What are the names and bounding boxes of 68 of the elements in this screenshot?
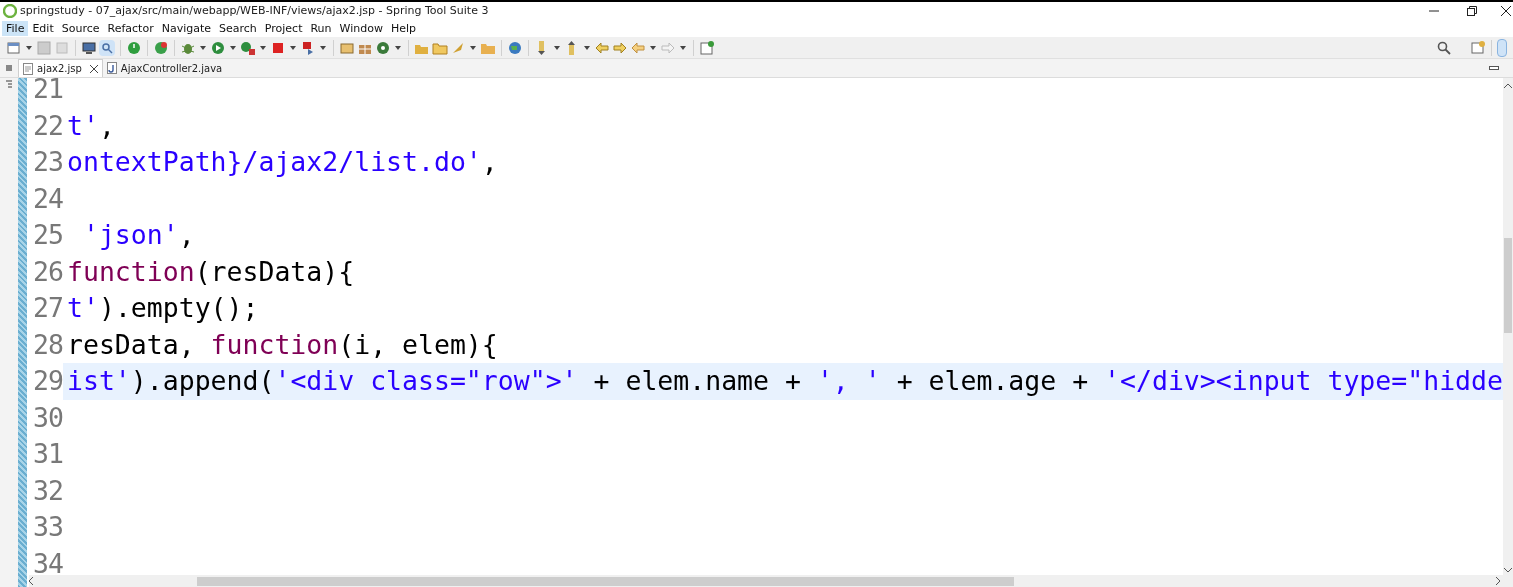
- view-menu-icon[interactable]: [5, 64, 13, 72]
- caret-icon[interactable]: [470, 45, 476, 50]
- caret-icon[interactable]: [650, 45, 656, 50]
- monitor-icon[interactable]: [81, 39, 97, 56]
- outline-icon[interactable]: [5, 80, 13, 90]
- minimize-icon[interactable]: [1489, 64, 1499, 72]
- code-text: ).append(: [130, 365, 275, 396]
- code-text: ,: [178, 219, 195, 250]
- code-text: '<div class="row">': [274, 365, 578, 396]
- run-server-icon[interactable]: [240, 39, 256, 56]
- window-title: springstudy - 07_ajax/src/main/webapp/WEB-INF/views/ajax2.jsp - Spring Tool Suite 3: [20, 2, 489, 19]
- open-view-icon[interactable]: [699, 39, 715, 56]
- refresh-icon[interactable]: [153, 39, 169, 56]
- menu-item[interactable]: Run: [306, 21, 336, 36]
- caret-icon[interactable]: [680, 45, 686, 50]
- scrollbar-thumb[interactable]: [1504, 238, 1512, 333]
- code-text: (resData){: [194, 255, 355, 287]
- power-icon[interactable]: [126, 39, 142, 56]
- menu-item[interactable]: Search: [215, 21, 261, 36]
- code-text: ', ': [816, 365, 881, 396]
- menu-item[interactable]: Help: [386, 21, 420, 36]
- code-text: + elem.age +: [895, 365, 1090, 396]
- code-text: + elem.name +: [592, 365, 802, 396]
- caret-icon[interactable]: [320, 45, 326, 50]
- menu-item[interactable]: Window: [335, 21, 387, 36]
- editor-tab[interactable]: AjaxController2.java: [102, 59, 227, 77]
- scroll-down-icon[interactable]: [1504, 568, 1512, 573]
- code-text: ,: [481, 146, 498, 177]
- menu-item[interactable]: Source: [57, 21, 104, 36]
- menu-item[interactable]: Refactor: [103, 21, 158, 36]
- sync-icon[interactable]: [375, 39, 391, 56]
- code-text: function: [210, 328, 339, 360]
- menu-item[interactable]: Navigate: [157, 21, 215, 36]
- code-text: '</div><input type="hidde: [1104, 365, 1503, 396]
- code-text: ).empty();: [98, 292, 259, 323]
- code-text: (i, elem){: [338, 328, 498, 360]
- caret-icon[interactable]: [395, 45, 401, 50]
- caret-icon[interactable]: [26, 45, 32, 50]
- search-icon[interactable]: [1436, 39, 1452, 56]
- close-icon[interactable]: [1501, 6, 1511, 16]
- restore-icon[interactable]: [1467, 6, 1477, 16]
- caret-icon[interactable]: [584, 45, 590, 50]
- code-text: ontextPath}/ajax2/list.do': [67, 146, 482, 177]
- menu-item[interactable]: File: [2, 21, 29, 36]
- caret-icon[interactable]: [554, 45, 560, 50]
- scroll-up-icon[interactable]: [1504, 83, 1512, 88]
- code-text: t': [67, 292, 99, 323]
- caret-icon[interactable]: [260, 45, 266, 50]
- globe-icon[interactable]: [507, 39, 523, 56]
- code-text: t': [67, 109, 99, 141]
- menu-item[interactable]: Edit: [28, 21, 58, 36]
- close-icon[interactable]: [89, 64, 98, 73]
- app-logo-icon: [3, 4, 17, 18]
- editor-tab[interactable]: ajax2.jsp: [18, 59, 103, 77]
- perspective-icon[interactable]: [1470, 39, 1486, 56]
- file-icon: [23, 62, 33, 75]
- play-icon[interactable]: [210, 39, 226, 56]
- code-text: 'json': [81, 219, 179, 250]
- caret-icon[interactable]: [290, 45, 296, 50]
- caret-icon[interactable]: [200, 45, 206, 50]
- code-text: ,: [98, 109, 115, 141]
- scrollbar-thumb[interactable]: [197, 577, 1014, 586]
- code-text: ist': [67, 365, 131, 396]
- java-file-icon: [106, 62, 117, 74]
- menu-item[interactable]: Project: [260, 21, 307, 36]
- caret-icon[interactable]: [230, 45, 236, 50]
- code-text: function: [67, 255, 195, 287]
- code-text: resData,: [67, 328, 196, 360]
